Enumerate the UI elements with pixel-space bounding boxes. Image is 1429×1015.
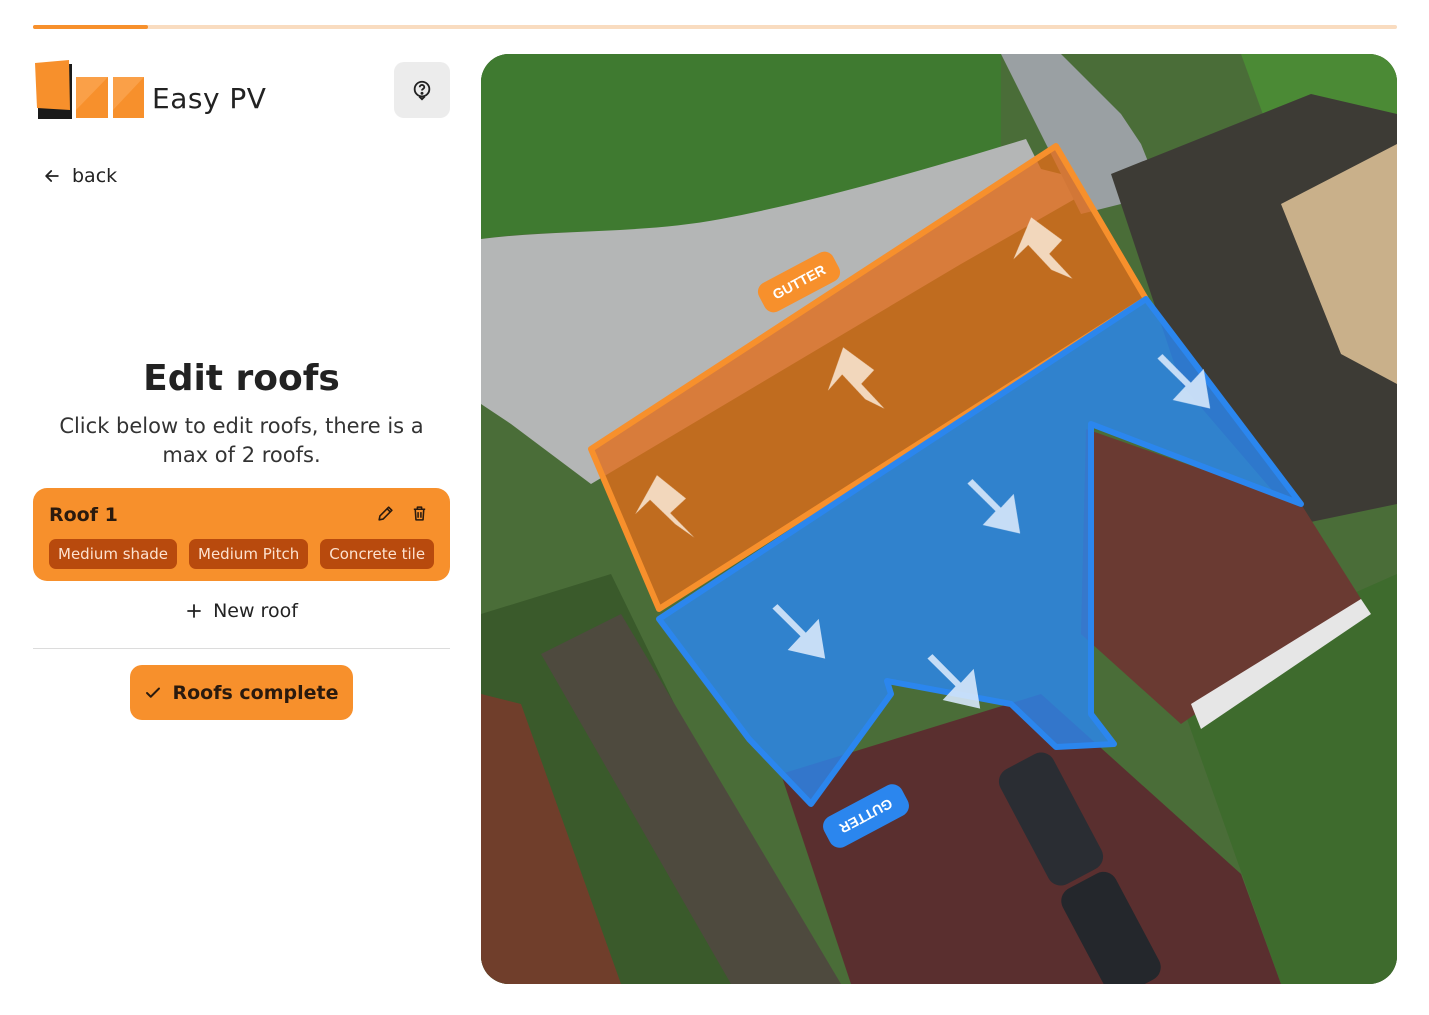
help-circle-icon bbox=[413, 80, 431, 101]
plus-icon bbox=[187, 604, 201, 618]
aerial-roof-map[interactable]: GUTTER GUTTER bbox=[481, 54, 1397, 984]
progress-bar bbox=[33, 25, 1397, 29]
pencil-icon[interactable] bbox=[376, 504, 395, 523]
page-subtitle: Click below to edit roofs, there is a ma… bbox=[59, 414, 424, 467]
help-button[interactable] bbox=[394, 62, 450, 118]
roof-card[interactable]: Roof 1 Medium shade Medium Pitch Concret… bbox=[33, 488, 450, 581]
roofs-complete-button[interactable]: Roofs complete bbox=[130, 665, 353, 720]
roof-tag-pitch: Medium Pitch bbox=[189, 539, 309, 569]
back-link[interactable]: back bbox=[42, 165, 117, 187]
new-roof-button[interactable]: New roof bbox=[33, 600, 450, 622]
arrow-left-icon bbox=[45, 170, 59, 182]
map-canvas[interactable]: GUTTER GUTTER bbox=[481, 54, 1397, 984]
roof-tag-shade: Medium shade bbox=[49, 539, 178, 569]
roofs-complete-label: Roofs complete bbox=[172, 681, 339, 704]
roof-name: Roof 1 bbox=[49, 504, 118, 526]
progress-fill bbox=[33, 25, 148, 29]
check-icon bbox=[146, 687, 161, 698]
trash-icon[interactable] bbox=[411, 504, 428, 523]
page-title: Edit roofs bbox=[143, 358, 340, 399]
back-label: back bbox=[72, 165, 118, 187]
roof-tag-material: Concrete tile bbox=[320, 539, 435, 569]
new-roof-label: New roof bbox=[213, 600, 298, 622]
brand-name: Easy PV bbox=[152, 82, 267, 115]
divider bbox=[33, 648, 450, 649]
